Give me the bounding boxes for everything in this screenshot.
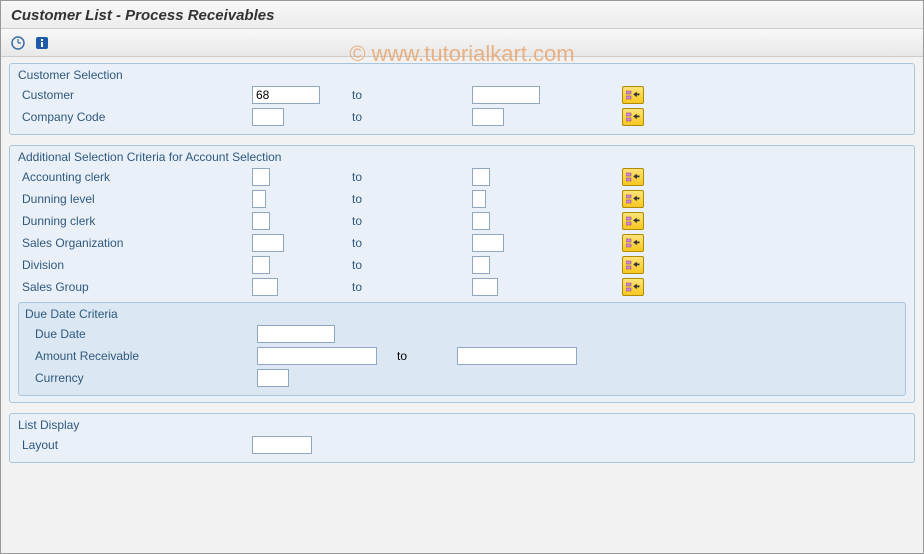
input-amount-receivable-to[interactable] [457, 347, 577, 365]
subgroup-title-due-date: Due Date Criteria [19, 303, 905, 323]
label-to: to [352, 88, 472, 102]
page-title: Customer List - Process Receivables [1, 1, 923, 29]
label-amount-receivable: Amount Receivable [35, 349, 257, 363]
group-list-display: List Display Layout [9, 413, 915, 463]
label-dunning-clerk: Dunning clerk [22, 214, 252, 228]
row-sales-group: Sales Group to [10, 276, 914, 298]
input-company-code-to[interactable] [472, 108, 504, 126]
row-company-code: Company Code to [10, 106, 914, 128]
label-to: to [352, 280, 472, 294]
label-accounting-clerk: Accounting clerk [22, 170, 252, 184]
label-sales-org: Sales Organization [22, 236, 252, 250]
input-amount-receivable-from[interactable] [257, 347, 377, 365]
input-dunning-clerk-from[interactable] [252, 212, 270, 230]
input-due-date[interactable] [257, 325, 335, 343]
info-icon[interactable] [33, 34, 51, 52]
multi-select-dunning-clerk[interactable] [622, 212, 644, 230]
input-currency[interactable] [257, 369, 289, 387]
row-layout: Layout [10, 434, 914, 456]
group-customer-selection: Customer Selection Customer to Company C… [9, 63, 915, 135]
label-due-date: Due Date [35, 327, 257, 341]
label-to: to [352, 258, 472, 272]
input-sales-org-from[interactable] [252, 234, 284, 252]
input-sales-org-to[interactable] [472, 234, 504, 252]
group-additional-criteria: Additional Selection Criteria for Accoun… [9, 145, 915, 403]
input-dunning-level-to[interactable] [472, 190, 486, 208]
label-dunning-level: Dunning level [22, 192, 252, 206]
label-to: to [352, 110, 472, 124]
row-division: Division to [10, 254, 914, 276]
input-division-from[interactable] [252, 256, 270, 274]
row-dunning-clerk: Dunning clerk to [10, 210, 914, 232]
subgroup-due-date-criteria: Due Date Criteria Due Date Amount Receiv… [18, 302, 906, 396]
label-to: to [352, 192, 472, 206]
execute-icon[interactable] [9, 34, 27, 52]
multi-select-accounting-clerk[interactable] [622, 168, 644, 186]
input-dunning-level-from[interactable] [252, 190, 266, 208]
input-division-to[interactable] [472, 256, 490, 274]
row-due-date: Due Date [19, 323, 905, 345]
multi-select-division[interactable] [622, 256, 644, 274]
input-dunning-clerk-to[interactable] [472, 212, 490, 230]
multi-select-sales-group[interactable] [622, 278, 644, 296]
input-company-code-from[interactable] [252, 108, 284, 126]
label-division: Division [22, 258, 252, 272]
multi-select-dunning-level[interactable] [622, 190, 644, 208]
row-dunning-level: Dunning level to [10, 188, 914, 210]
input-customer-from[interactable] [252, 86, 320, 104]
multi-select-company-code[interactable] [622, 108, 644, 126]
input-accounting-clerk-to[interactable] [472, 168, 490, 186]
label-customer: Customer [22, 88, 252, 102]
input-accounting-clerk-from[interactable] [252, 168, 270, 186]
row-sales-org: Sales Organization to [10, 232, 914, 254]
label-to: to [352, 214, 472, 228]
input-layout[interactable] [252, 436, 312, 454]
label-sales-group: Sales Group [22, 280, 252, 294]
input-sales-group-to[interactable] [472, 278, 498, 296]
row-amount-receivable: Amount Receivable to [19, 345, 905, 367]
toolbar [1, 29, 923, 57]
input-sales-group-from[interactable] [252, 278, 278, 296]
label-to: to [352, 236, 472, 250]
label-to: to [352, 170, 472, 184]
label-currency: Currency [35, 371, 257, 385]
label-to: to [397, 349, 457, 363]
content: Customer Selection Customer to Company C… [1, 57, 923, 463]
app-window: Customer List - Process Receivables © ww… [0, 0, 924, 554]
group-title-customer-selection: Customer Selection [10, 64, 914, 84]
row-accounting-clerk: Accounting clerk to [10, 166, 914, 188]
input-customer-to[interactable] [472, 86, 540, 104]
multi-select-sales-org[interactable] [622, 234, 644, 252]
group-title-additional: Additional Selection Criteria for Accoun… [10, 146, 914, 166]
label-layout: Layout [22, 438, 252, 452]
group-title-list-display: List Display [10, 414, 914, 434]
label-company-code: Company Code [22, 110, 252, 124]
row-currency: Currency [19, 367, 905, 389]
row-customer: Customer to [10, 84, 914, 106]
multi-select-customer[interactable] [622, 86, 644, 104]
